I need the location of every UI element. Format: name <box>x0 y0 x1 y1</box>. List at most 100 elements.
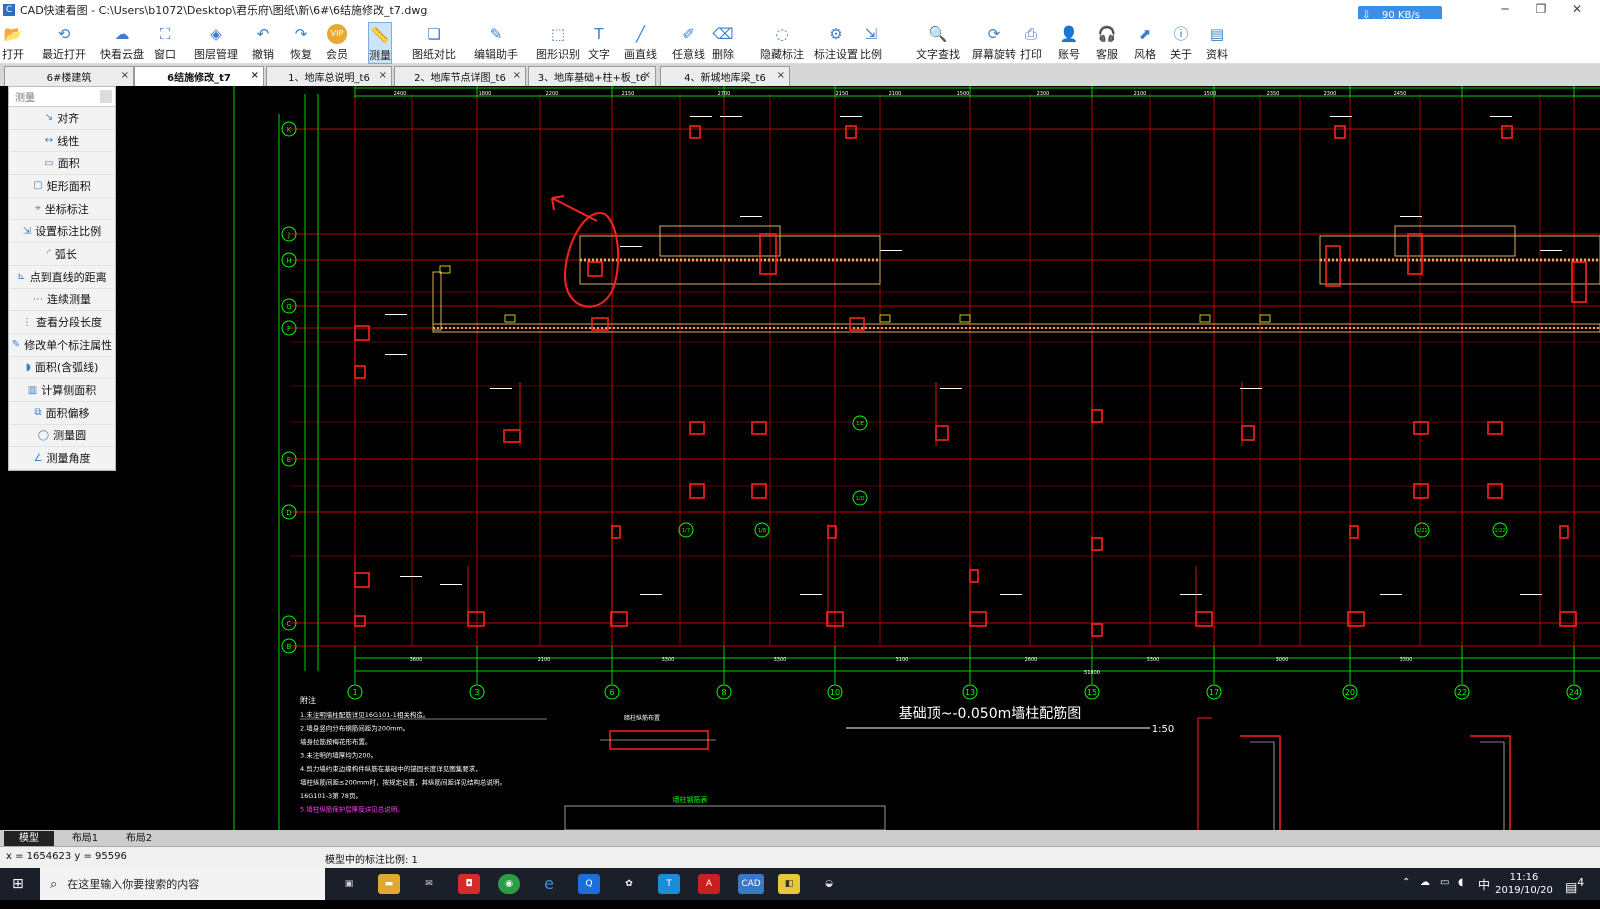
leader-label <box>690 116 712 117</box>
measure-tool-item[interactable]: ◜ 弧长 <box>9 243 115 266</box>
close-button[interactable]: ✕ <box>1560 0 1594 19</box>
toolbar-line-button[interactable]: ╱ 画直线 <box>624 22 657 64</box>
measure-tool-item[interactable]: ↘ 对齐 <box>9 107 115 130</box>
measure-tool-icon: ↘ <box>44 112 54 124</box>
document-tab[interactable]: 6#楼建筑 × <box>4 66 134 86</box>
axis-bubble-label: 22 <box>1457 688 1467 697</box>
mail-icon[interactable]: ✉ <box>418 874 440 894</box>
document-tab[interactable]: 2、地库节点详图_t6 × <box>394 66 526 86</box>
toolbar-print-button[interactable]: ⎙ 打印 <box>1020 22 1042 64</box>
document-tab[interactable]: 1、地库总说明_t6 × <box>266 66 392 86</box>
t-app-icon[interactable]: T <box>658 874 680 894</box>
toolbar-scale-button[interactable]: ⇲ 比例 <box>860 22 882 64</box>
document-tab[interactable]: 3、地库基础+柱+板_t6 × <box>528 66 656 86</box>
drawing-canvas[interactable]: 2400 1800 2200 2150 2700 2150 2100 1500 2300 2100… <box>0 86 1600 830</box>
toolbar-layers-button[interactable]: ◈ 图层管理 <box>194 22 238 64</box>
measure-tool-item[interactable]: ▭ 面积 <box>9 152 115 176</box>
annotation-scale-text: 模型中的标注比例: 1 <box>325 855 418 866</box>
toolbar-shape-recognition-button[interactable]: ⬚ 图形识别 <box>536 22 580 64</box>
toolbar-find-text-button[interactable]: 🔍 文字查找 <box>916 22 960 64</box>
note-line: 墙身拉筋按梅花形布置。 <box>300 737 372 746</box>
document-tab[interactable]: 6结施修改_t7 × <box>134 66 264 86</box>
toolbar-docs-button[interactable]: ▤ 资料 <box>1206 22 1228 64</box>
measure-tool-item[interactable]: ↔ 线性 <box>9 130 115 153</box>
toolbar-edit-assistant-button[interactable]: ✎ 编辑助手 <box>474 22 518 64</box>
search-icon: ⌕ <box>50 876 58 892</box>
toolbar-text-button[interactable]: T 文字 <box>588 22 610 64</box>
toolbar-vip-button[interactable]: VIP 会员 <box>326 22 348 64</box>
windows-start-icon[interactable]: ⊞ <box>12 876 28 892</box>
tray-chevron-icon[interactable]: ⌃ <box>1402 877 1410 909</box>
measure-tool-item[interactable]: ⋯ 连续测量 <box>9 289 115 312</box>
toolbar-eraser-button[interactable]: ⌫ 删除 <box>712 22 734 64</box>
measure-tool-item[interactable]: ✎ 修改单个标注属性 <box>9 334 115 357</box>
file-explorer-icon[interactable]: ▬ <box>378 874 400 894</box>
toolbar-hide-annotation-button[interactable]: ◌ 隐藏标注 <box>760 22 804 64</box>
tray-volume-icon[interactable]: ◖ <box>1458 877 1463 909</box>
notification-icon[interactable]: ▤4 <box>1565 876 1584 908</box>
tab-close-icon[interactable]: × <box>379 70 387 81</box>
cad-drawing[interactable]: 2400 1800 2200 2150 2700 2150 2100 1500 2300 2100… <box>0 86 1600 830</box>
toolbar-measure-button[interactable]: 📏 测量 <box>368 22 392 64</box>
folder-open-icon: 📂 <box>3 24 23 43</box>
column-block <box>689 125 701 139</box>
measure-tool-label: 对齐 <box>57 111 80 125</box>
tab-close-icon[interactable]: × <box>121 70 129 81</box>
tab-layout-2[interactable]: 布局2 <box>114 831 164 846</box>
measure-tool-label: 点到直线的距离 <box>29 270 107 284</box>
tray-network-icon[interactable]: ▭ <box>1440 877 1449 909</box>
cad-viewer-icon[interactable]: ◧ <box>778 874 800 894</box>
measure-tool-item[interactable]: ▥ 计算侧面积 <box>9 379 115 402</box>
cad-app-icon[interactable]: CAD <box>738 874 764 894</box>
minimize-button[interactable]: ─ <box>1488 0 1522 19</box>
measure-tool-item[interactable]: ◗ 面积(含弧线) <box>9 357 115 380</box>
clock[interactable]: 11:16 2019/10/20 <box>1494 871 1554 903</box>
toolbar-style-button[interactable]: ⬈ 风格 <box>1134 22 1156 64</box>
search-app-icon[interactable]: Q <box>578 874 600 894</box>
panel-collapse-icon[interactable] <box>100 90 112 103</box>
tab-close-icon[interactable]: × <box>643 70 651 81</box>
misc-app-icon[interactable]: ◒ <box>818 874 840 894</box>
app-red-icon[interactable]: ◘ <box>458 874 480 894</box>
tab-close-icon[interactable]: × <box>251 70 259 81</box>
edge-icon[interactable]: e <box>538 874 560 894</box>
toolbar-headset-button[interactable]: 🎧 客服 <box>1096 22 1118 64</box>
measure-tool-item[interactable]: ∠ 测量角度 <box>9 447 115 470</box>
column-block <box>1349 525 1359 539</box>
measure-tool-item[interactable]: ◯ 测量圆 <box>9 425 115 448</box>
measure-tool-item[interactable]: ⇲ 设置标注比例 <box>9 220 115 244</box>
toolbar-info-button[interactable]: ⓘ 关于 <box>1170 22 1192 64</box>
task-view-icon[interactable]: ▣ <box>338 874 360 894</box>
tray-cloud-icon[interactable]: ☁ <box>1420 877 1430 909</box>
leader-label <box>1400 216 1422 217</box>
measure-tool-item[interactable]: ⧉ 面积偏移 <box>9 402 115 425</box>
measure-tool-item[interactable]: ⌖ 坐标标注 <box>9 198 115 221</box>
document-tab[interactable]: 4、新城地库梁_t6 × <box>660 66 790 86</box>
toolbar-window-button[interactable]: ⛶ 窗口 <box>154 22 176 64</box>
toolbar-cloud-button[interactable]: ☁ 快看云盘 <box>100 22 144 64</box>
ime-indicator[interactable]: 中 <box>1478 876 1490 908</box>
autocad-icon[interactable]: A <box>698 874 720 894</box>
headset-icon: 🎧 <box>1097 24 1117 43</box>
tab-layout-1[interactable]: 布局1 <box>60 831 110 846</box>
toolbar-compare-button[interactable]: ❏ 图纸对比 <box>412 22 456 64</box>
toolbar-folder-open-button[interactable]: 📂 打开 <box>2 22 24 64</box>
tab-close-icon[interactable]: × <box>777 70 785 81</box>
toolbar-freehand-button[interactable]: ✐ 任意线 <box>672 22 705 64</box>
taskbar-search-input[interactable]: ⌕ 在这里输入你要搜索的内容 <box>40 868 325 900</box>
restore-button[interactable]: ❐ <box>1524 0 1558 19</box>
toolbar-history-button[interactable]: ⟲ 最近打开 <box>42 22 86 64</box>
tab-model[interactable]: 模型 <box>4 831 54 846</box>
toolbar-account-button[interactable]: 👤 账号 <box>1058 22 1080 64</box>
toolbar-rotate-button[interactable]: ⟳ 屏幕旋转 <box>972 22 1016 64</box>
measure-tool-item[interactable]: ▢ 矩形面积 <box>9 175 115 198</box>
cloud-app-icon[interactable]: ✿ <box>618 874 640 894</box>
measure-tool-item[interactable]: ⋮ 查看分段长度 <box>9 311 115 334</box>
chrome-icon[interactable]: ◉ <box>498 874 520 894</box>
toolbar-undo-button[interactable]: ↶ 撤销 <box>252 22 274 64</box>
toolbar-redo-button[interactable]: ↷ 恢复 <box>290 22 312 64</box>
note-line: 2.墙身竖向分布钢筋间距为200mm。 <box>300 724 409 733</box>
measure-tool-item[interactable]: ⊾ 点到直线的距离 <box>9 266 115 289</box>
tab-close-icon[interactable]: × <box>513 70 521 81</box>
toolbar-annotation-settings-button[interactable]: ⚙ 标注设置 <box>814 22 858 64</box>
